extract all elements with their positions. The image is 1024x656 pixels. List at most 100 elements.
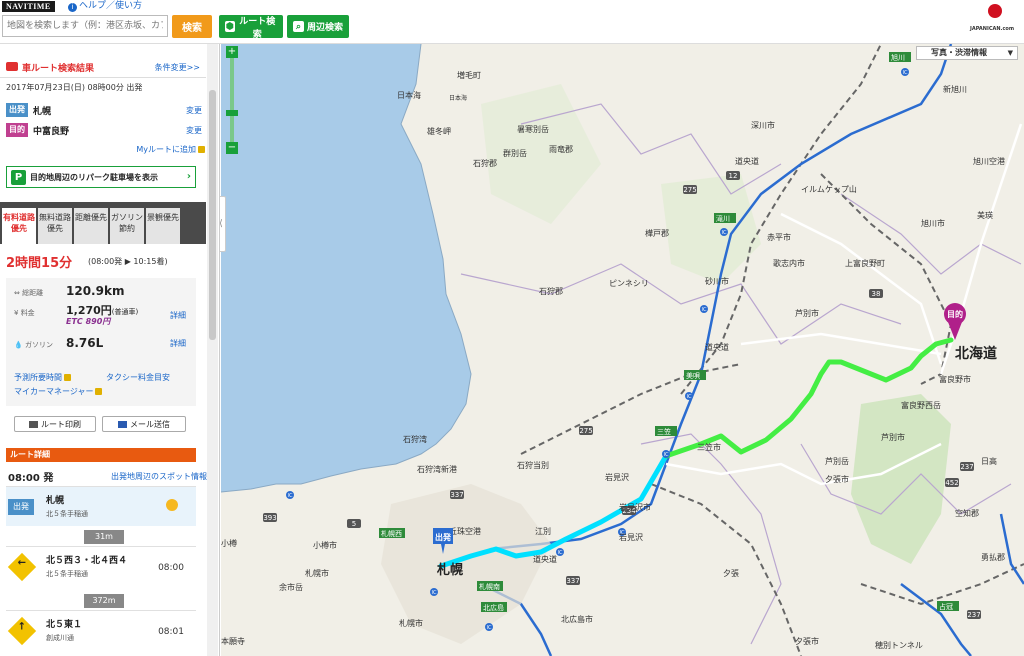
navitime-logo[interactable]: NAVITIME: [2, 1, 55, 12]
svg-text:石狩当別: 石狩当別: [517, 460, 549, 470]
hokkaido-label: 北海道: [955, 345, 997, 362]
ad-banner[interactable]: JAPANICAN.com: [968, 0, 1024, 40]
tab-distance-priority[interactable]: 距離優先: [74, 208, 108, 244]
go-straight-icon: ↑: [7, 616, 37, 646]
svg-text:IC: IC: [903, 70, 908, 76]
change-conditions-link[interactable]: 条件変更>>: [155, 62, 200, 73]
svg-text:小樽: 小樽: [221, 538, 237, 548]
info-icon: i: [68, 3, 77, 12]
svg-text:新旭川: 新旭川: [943, 84, 967, 94]
route-search-button[interactable]: ⬢ ルート検索: [219, 15, 283, 39]
layer-dropdown[interactable]: 写真・渋滞情報 ▼: [916, 46, 1018, 60]
svg-text:穂別トンネル: 穂別トンネル: [875, 640, 923, 650]
svg-text:暑寒別岳: 暑寒別岳: [517, 124, 549, 134]
help-link[interactable]: i ヘルプ／使い方: [68, 0, 142, 12]
lock-icon: [95, 388, 103, 395]
fee-detail-link[interactable]: 詳細: [170, 310, 186, 321]
tab-free-priority[interactable]: 無料道路優先: [38, 208, 72, 244]
chevron-right-icon: ›: [186, 171, 191, 182]
svg-text:空知郡: 空知郡: [955, 508, 979, 518]
svg-text:群別岳: 群別岳: [503, 148, 527, 158]
svg-text:237: 237: [967, 611, 980, 619]
svg-text:日高: 日高: [981, 456, 997, 466]
svg-text:雨竜郡: 雨竜郡: [549, 144, 573, 154]
print-route-button[interactable]: ルート印刷: [14, 416, 96, 432]
zoom-control[interactable]: + −: [226, 46, 238, 156]
svg-text:旭川: 旭川: [891, 53, 905, 62]
ad-text: JAPANICAN.com: [970, 26, 1015, 32]
route-detail-header: ルート詳細: [6, 448, 196, 462]
zoom-out-button[interactable]: −: [226, 142, 238, 154]
sidebar-scrollbar[interactable]: [207, 44, 218, 656]
send-mail-button[interactable]: メール送信: [102, 416, 186, 432]
lock-icon: [64, 374, 71, 381]
svg-text:夕張市: 夕張市: [795, 636, 819, 646]
svg-text:札幌西: 札幌西: [381, 529, 402, 538]
svg-text:石狩郡: 石狩郡: [473, 158, 497, 168]
route-step[interactable]: 出発 札幌 北５条手稲通: [6, 486, 196, 526]
nearby-search-button[interactable]: ⌕ 周辺検索: [287, 15, 349, 38]
sidebar-header: 車ルート検索結果 条件変更>>: [0, 58, 206, 78]
nearby-search-label: 周辺検索: [307, 22, 344, 32]
gas-detail-link[interactable]: 詳細: [170, 338, 186, 349]
svg-text:道央道: 道央道: [735, 156, 759, 166]
tab-scenic-priority[interactable]: 景観優先: [146, 208, 180, 244]
sidebar-title: 車ルート検索結果: [22, 64, 95, 74]
svg-text:北広島: 北広島: [483, 603, 504, 612]
svg-text:石狩湾: 石狩湾: [403, 434, 427, 444]
svg-text:上富良野町: 上富良野町: [845, 258, 885, 268]
gas-label: 💧 ガソリン: [14, 341, 53, 349]
forecast-link[interactable]: 予測所要時間: [14, 372, 71, 383]
map-canvas[interactable]: 275 275 337 234 393 337 38 237 452 5 12 …: [221, 44, 1024, 656]
svg-text:砂川市: 砂川市: [705, 276, 729, 286]
search-input[interactable]: [2, 15, 168, 37]
origin-spots-link[interactable]: 出発地周辺のスポット情報: [111, 471, 207, 482]
svg-text:IC: IC: [558, 550, 563, 556]
scrollbar-thumb[interactable]: [209, 90, 216, 340]
tab-toll-priority[interactable]: 有料道路優先: [2, 208, 36, 244]
svg-text:イルムケップ山: イルムケップ山: [801, 184, 857, 194]
svg-text:三笠市: 三笠市: [697, 442, 721, 452]
step-distance: 372m: [84, 594, 124, 608]
svg-text:増毛町: 増毛町: [457, 70, 481, 80]
route-priority-tabs: 有料道路優先 無料道路優先 距離優先 ガソリン節約 景観優先: [0, 202, 206, 244]
print-label: ルート印刷: [41, 419, 81, 429]
origin-change-link[interactable]: 変更: [186, 105, 202, 116]
destination-change-link[interactable]: 変更: [186, 125, 202, 136]
tab-gas-saving[interactable]: ガソリン節約: [110, 208, 144, 244]
lock-icon: [198, 146, 205, 153]
mycar-link[interactable]: マイカーマネージャー: [14, 386, 103, 397]
step-distance: 31m: [84, 530, 124, 544]
svg-text:美唄: 美唄: [686, 371, 700, 380]
layer-label: 写真・渋滞情報: [931, 48, 987, 57]
svg-text:歌志内市: 歌志内市: [773, 258, 805, 268]
sapporo-label: 札幌: [436, 562, 463, 578]
svg-text:出発: 出発: [435, 532, 452, 542]
taxi-fare-link[interactable]: タクシー料金目安: [106, 372, 170, 383]
search-button[interactable]: 検索: [172, 15, 212, 38]
zoom-in-button[interactable]: +: [226, 46, 238, 58]
zoom-track[interactable]: [230, 58, 234, 142]
svg-text:樺戸郡: 樺戸郡: [645, 228, 669, 238]
svg-text:石狩郡: 石狩郡: [539, 286, 563, 296]
svg-text:岩見沢: 岩見沢: [605, 472, 629, 482]
svg-text:岩見沢市: 岩見沢市: [619, 502, 651, 512]
svg-text:IC: IC: [722, 230, 727, 236]
svg-text:夕張: 夕張: [723, 568, 739, 578]
top-bar: NAVITIME iヘルプ／使い方 検索 ⬢ ルート検索 ⌕周辺検索 JAPANI…: [0, 0, 1024, 44]
parking-button[interactable]: P 目的地周辺のリパーク駐車場を表示 ›: [6, 166, 196, 188]
svg-text:北広島市: 北広島市: [561, 614, 593, 624]
destination-row: 目的 中富良野 変更: [6, 122, 202, 138]
route-step[interactable]: ← 北５西３・北４西４ 北５条手稲通 08:00: [6, 546, 196, 592]
route-icon: ⬢: [225, 21, 235, 32]
svg-text:日本海: 日本海: [397, 90, 421, 100]
svg-text:本願寺: 本願寺: [221, 636, 245, 646]
route-step[interactable]: ↑ 北５東１ 創成川通 08:01: [6, 610, 196, 656]
zoom-slider-handle[interactable]: [226, 110, 238, 116]
svg-text:IC: IC: [687, 394, 692, 400]
add-myroute-link[interactable]: Myルートに追加: [136, 144, 205, 155]
departure-datetime: 2017年07月23日(日) 08時00分 出発: [6, 83, 143, 92]
svg-text:道央道: 道央道: [533, 554, 557, 564]
mail-label: メール送信: [130, 419, 170, 429]
rising-sun-icon: [988, 4, 1002, 18]
